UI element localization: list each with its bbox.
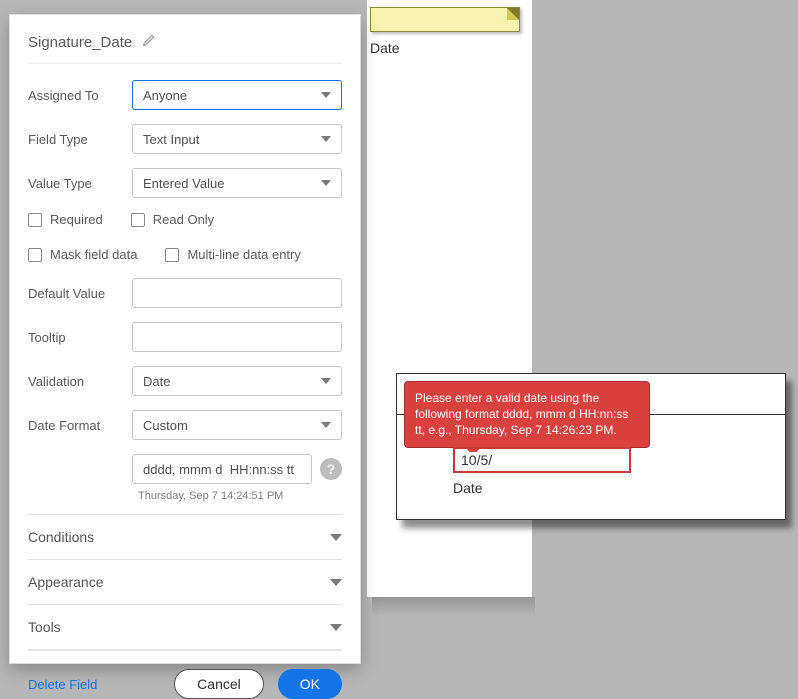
validation-select[interactable]: Date: [132, 366, 342, 396]
tooltip-field[interactable]: [143, 323, 331, 351]
field-name: Signature_Date: [28, 34, 132, 51]
validation-value: Date: [143, 374, 170, 389]
tooltip-input[interactable]: [132, 322, 342, 352]
field-type-select[interactable]: Text Input: [132, 124, 342, 154]
appearance-label: Appearance: [28, 574, 104, 590]
signature-date-field-preview[interactable]: [370, 7, 520, 32]
field-properties-panel: Signature_Date Assigned To Anyone Field …: [9, 14, 361, 664]
value-type-value: Entered Value: [143, 176, 224, 191]
mask-label: Mask field data: [50, 247, 137, 262]
tools-section[interactable]: Tools: [28, 604, 342, 650]
chevron-down-icon: [330, 579, 342, 586]
label-field-type: Field Type: [28, 132, 132, 147]
value-type-select[interactable]: Entered Value: [132, 168, 342, 198]
help-icon[interactable]: ?: [320, 458, 342, 480]
canvas-shadow: [372, 597, 535, 617]
label-date-format: Date Format: [28, 418, 132, 433]
chevron-down-icon: [321, 92, 331, 98]
default-value-input[interactable]: [132, 278, 342, 308]
appearance-section[interactable]: Appearance: [28, 559, 342, 604]
label-tooltip: Tooltip: [28, 330, 132, 345]
chevron-down-icon: [321, 136, 331, 142]
assigned-to-select[interactable]: Anyone: [132, 80, 342, 110]
custom-format-field[interactable]: [143, 455, 301, 483]
chevron-down-icon: [321, 378, 331, 384]
chevron-down-icon: [330, 624, 342, 631]
required-label: Required: [50, 212, 103, 227]
tools-label: Tools: [28, 619, 61, 635]
ok-button[interactable]: OK: [278, 669, 342, 699]
checkbox-icon: [165, 248, 179, 262]
panel-title-row: Signature_Date: [28, 33, 342, 64]
edit-name-icon[interactable]: [142, 33, 156, 51]
label-default-value: Default Value: [28, 286, 132, 301]
preview-label: Date: [370, 40, 400, 56]
delete-field-link[interactable]: Delete Field: [28, 677, 97, 692]
read-only-checkbox[interactable]: Read Only: [131, 212, 214, 227]
mask-checkbox[interactable]: Mask field data: [28, 247, 137, 262]
checkbox-icon: [28, 213, 42, 227]
label-value-type: Value Type: [28, 176, 132, 191]
field-type-value: Text Input: [143, 132, 199, 147]
chevron-down-icon: [330, 534, 342, 541]
checkbox-icon: [28, 248, 42, 262]
date-format-value: Custom: [143, 418, 188, 433]
date-input-invalid[interactable]: [453, 447, 631, 473]
custom-format-input[interactable]: [132, 454, 312, 484]
chevron-down-icon: [321, 422, 331, 428]
chevron-down-icon: [321, 180, 331, 186]
checkbox-icon: [131, 213, 145, 227]
panel-footer: Delete Field Cancel OK: [28, 650, 342, 699]
read-only-label: Read Only: [153, 212, 214, 227]
validation-error-tooltip: Please enter a valid date using the foll…: [404, 381, 650, 448]
custom-format-example: Thursday, Sep 7 14:24:51 PM: [138, 490, 342, 502]
cancel-button[interactable]: Cancel: [174, 669, 264, 699]
conditions-label: Conditions: [28, 529, 94, 545]
required-checkbox[interactable]: Required: [28, 212, 103, 227]
conditions-section[interactable]: Conditions: [28, 514, 342, 559]
date-input-label: Date: [453, 480, 483, 496]
multiline-checkbox[interactable]: Multi-line data entry: [165, 247, 300, 262]
multiline-label: Multi-line data entry: [187, 247, 300, 262]
default-value-field[interactable]: [143, 279, 331, 307]
assigned-to-value: Anyone: [143, 88, 187, 103]
date-format-select[interactable]: Custom: [132, 410, 342, 440]
label-validation: Validation: [28, 374, 132, 389]
label-assigned-to: Assigned To: [28, 88, 132, 103]
checkbox-group: Required Read Only Mask field data Multi…: [28, 212, 342, 262]
date-input-field[interactable]: [461, 452, 623, 468]
